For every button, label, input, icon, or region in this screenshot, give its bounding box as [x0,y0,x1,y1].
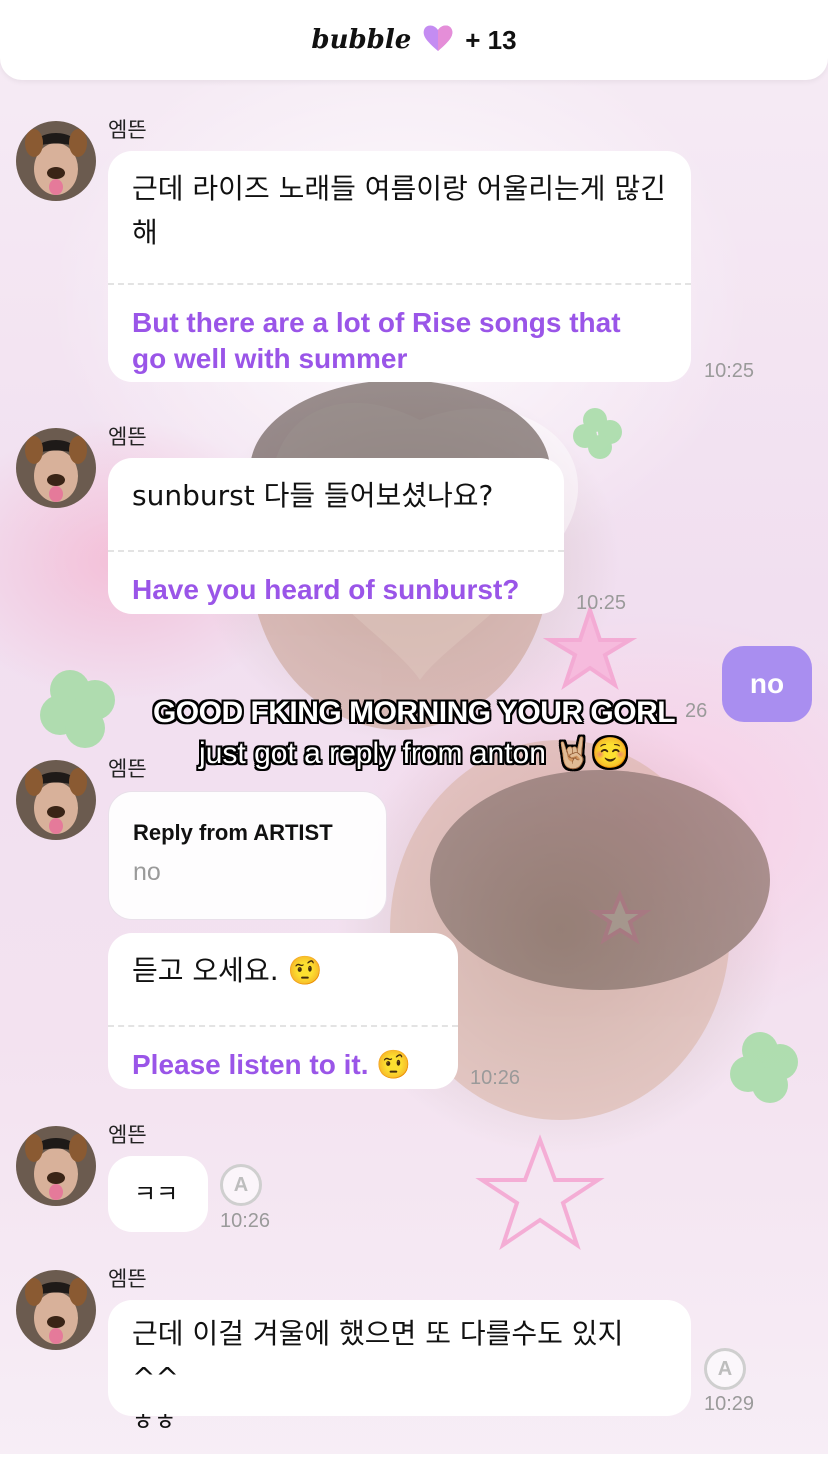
message-time: 10:25 [704,360,755,382]
sender-name: 엠뜬 [108,425,147,449]
message-time: 10:29 [704,1393,755,1415]
member-count: + 13 [465,24,517,55]
caption-overlay-line2: just got a reply from anton 🤘🏼☺️ [199,737,629,770]
message-bubble[interactable]: sunburst 다들 들어보셨나요? Have you heard of su… [108,458,564,614]
avatar[interactable] [16,1126,96,1206]
avatar[interactable] [16,1270,96,1350]
avatar[interactable] [16,121,96,201]
message-time: 10:26 [470,1067,521,1089]
translate-icon[interactable]: A [704,1348,746,1390]
sender-name: 엠뜬 [108,1267,147,1291]
sender-name: 엠뜬 [108,118,147,142]
message-text-translation: Have you heard of sunburst? [132,574,520,605]
message-text-korean: ㅋㅋ [134,1180,179,1208]
reply-label: Reply from ARTIST [133,820,333,845]
message-text-korean: 근데 이걸 겨울에 했으면 또 다를수도 있지 ^^ [132,1317,624,1394]
message-text-korean: sunburst 다들 들어보셨나요? [132,479,494,512]
message-bubble[interactable]: 근데 라이즈 노래들 여름이랑 어울리는게 많긴 해 But there are… [108,151,691,382]
purple-heart-icon [421,23,455,58]
message-text-korean: 듣고 오세요. 🤨 [132,954,323,987]
reply-bubble[interactable]: Reply from ARTIST no [108,791,387,920]
message-time: 10:26 [220,1210,271,1232]
message-bubble[interactable]: 근데 이걸 겨울에 했으면 또 다를수도 있지 ^^ ㅎㅎ [108,1300,691,1436]
bubble-logo: bubble [311,25,412,55]
message-text-korean: 근데 라이즈 노래들 여름이랑 어울리는게 많긴 [132,172,666,205]
app-header: bubble + 13 [0,0,828,80]
reply-quote: no [133,858,161,886]
sender-name: 엠뜬 [108,1123,147,1147]
message-text-translation: go well with summer [132,343,408,374]
avatar[interactable] [16,760,96,840]
message-text-translation: Please listen to it. 🤨 [132,1049,412,1080]
message-time: 10:25 [576,592,627,614]
message-bubble[interactable]: ㅋㅋ [108,1156,208,1232]
avatar[interactable] [16,428,96,508]
message-text-translation: But there are a lot of Rise songs that [132,307,621,338]
message-text-korean: 해 [132,216,158,249]
message-bubble[interactable]: 듣고 오세요. 🤨 Please listen to it. 🤨 [108,933,458,1089]
caption-overlay-line1: GOOD FKING MORNING YOUR GORL [152,696,676,729]
bottom-input-bar[interactable] [0,1454,828,1472]
message-text-korean: ㅎㅎ [132,1408,177,1436]
translate-icon[interactable]: A [220,1164,262,1206]
